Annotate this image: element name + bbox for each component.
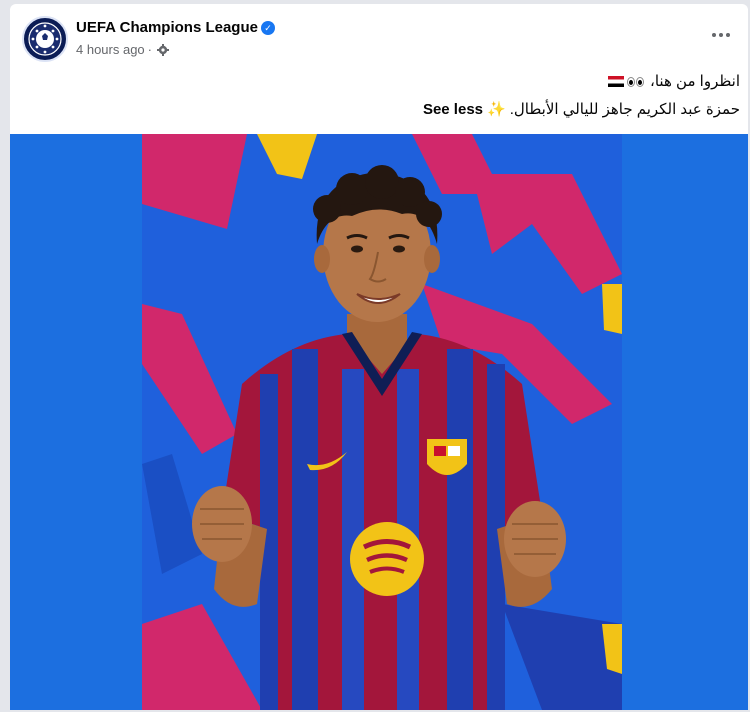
meta-separator: · — [147, 42, 153, 57]
post-header: UEFA Champions League ✓ 4 hours ago · — [10, 4, 748, 70]
sparkles-emoji-icon: ✨ — [487, 101, 506, 118]
page-name[interactable]: UEFA Champions League — [76, 19, 258, 36]
post-photo[interactable] — [142, 134, 622, 710]
eyes-emoji-icon — [626, 71, 644, 95]
page-avatar[interactable] — [22, 16, 68, 62]
more-options-icon — [712, 33, 716, 37]
caption-line-1: انظروا من هنا، — [140, 70, 740, 98]
caption-line-2: حمزة عبد الكريم جاهز لليالي الأبطال.✨See… — [140, 98, 740, 122]
verified-badge-icon: ✓ — [260, 21, 275, 35]
post-caption: انظروا من هنا، حمزة عبد الكريم جاهز لليا… — [140, 70, 740, 122]
caption-text-2: حمزة عبد الكريم جاهز لليالي الأبطال. — [509, 101, 740, 118]
post-meta: 4 hours ago · — [76, 42, 170, 57]
more-options-button[interactable] — [706, 20, 736, 50]
post-timestamp[interactable]: 4 hours ago — [76, 42, 145, 57]
caption-text-1: انظروا من هنا، — [650, 73, 740, 90]
egypt-flag-icon — [607, 76, 624, 87]
gear-icon[interactable] — [157, 43, 170, 56]
champions-league-logo-icon — [28, 22, 62, 56]
page-name-link[interactable]: UEFA Champions League ✓ — [76, 19, 275, 36]
player-photo-illustration — [142, 134, 622, 710]
club-crest-icon — [427, 439, 467, 475]
sponsor-logo-icon — [350, 522, 424, 596]
yellow-shape-right — [602, 284, 622, 334]
post-photo-area[interactable] — [10, 134, 748, 710]
post-card: UEFA Champions League ✓ 4 hours ago · انظ — [10, 4, 748, 710]
see-less-link[interactable]: See less — [423, 101, 483, 118]
